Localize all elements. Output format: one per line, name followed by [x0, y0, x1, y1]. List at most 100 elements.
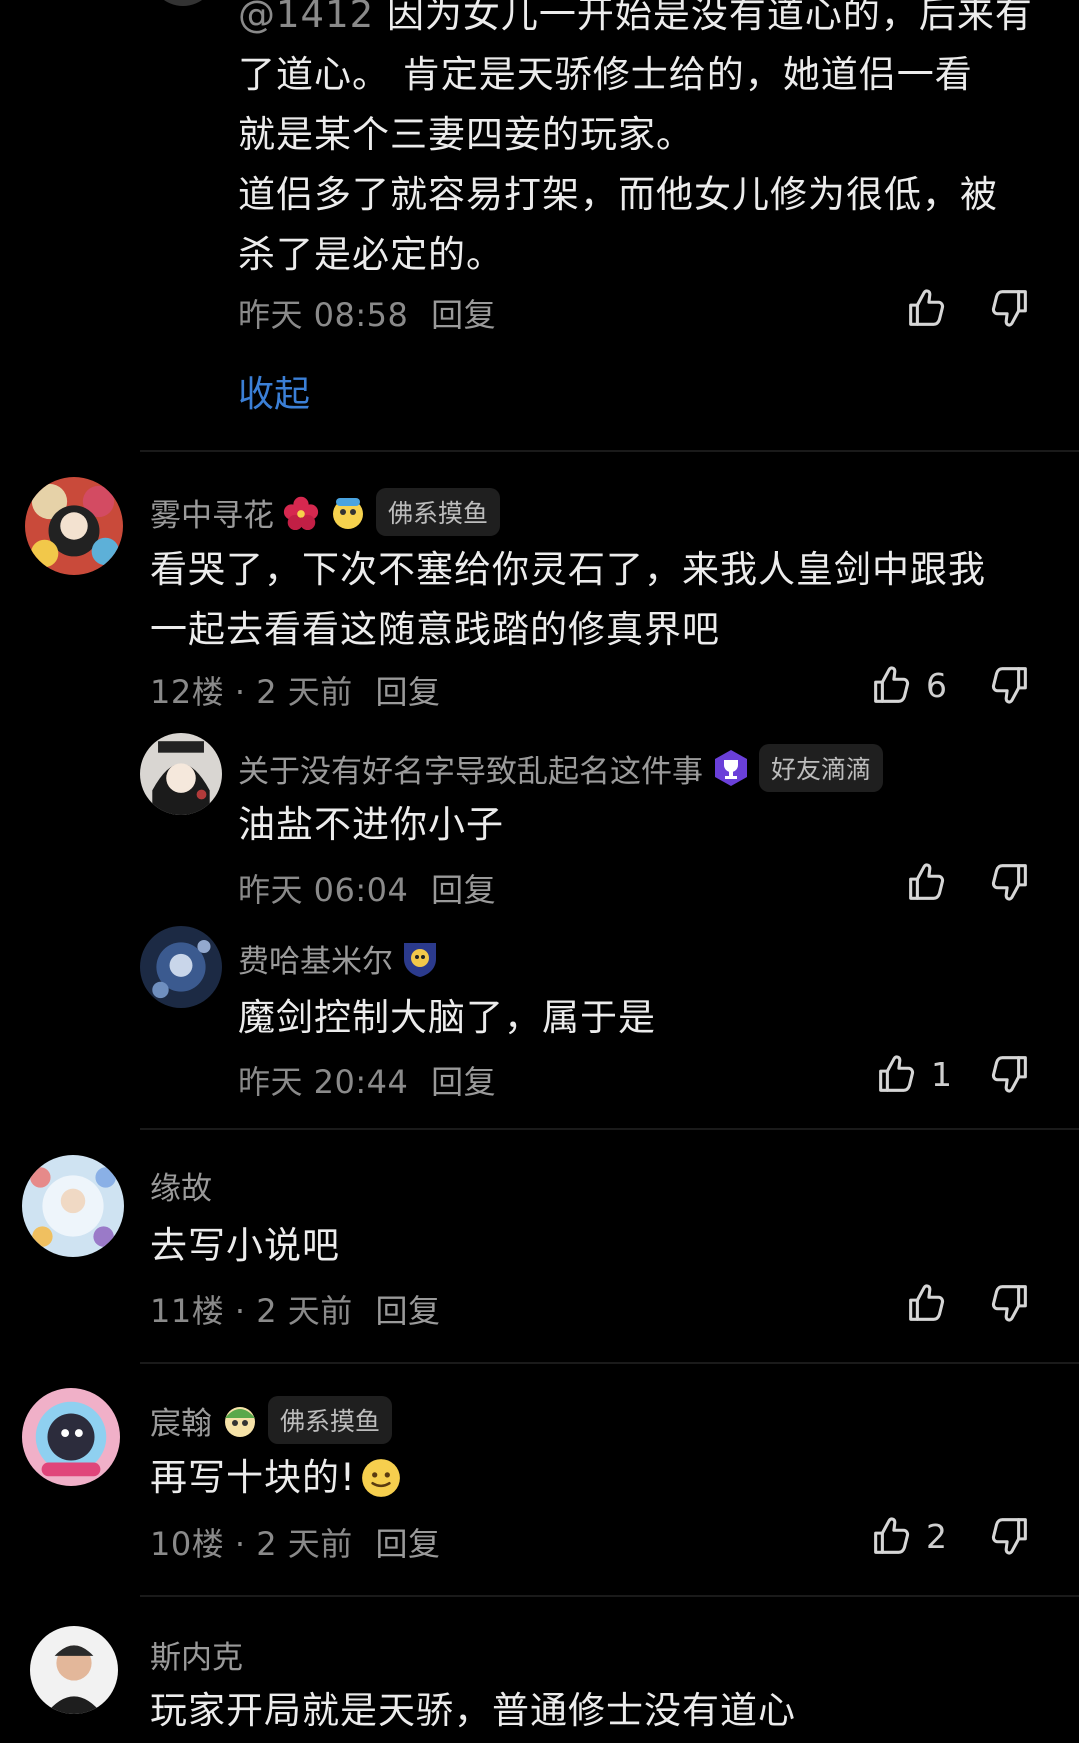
- comment-time: 2 天前: [256, 1292, 353, 1330]
- comment-line: 一起去看看这随意践踏的修真界吧: [150, 608, 720, 651]
- like-count: 1: [931, 1054, 952, 1094]
- reply-button[interactable]: 回复: [375, 673, 440, 711]
- fan-badge[interactable]: 好友滴滴: [759, 744, 884, 792]
- thumbs-down-icon: [987, 1513, 1033, 1559]
- dislike-button[interactable]: [987, 1051, 1033, 1097]
- shield-badge-icon: [404, 942, 436, 977]
- smiling-face-emoji-icon: [361, 1459, 400, 1497]
- comment-meta: 12楼 · 2 天前 回复: [150, 667, 440, 713]
- dislike-button[interactable]: [987, 285, 1033, 331]
- collapse-replies-button[interactable]: 收起: [238, 365, 310, 417]
- username[interactable]: 关于没有好名字导致乱起名这件事: [238, 746, 703, 791]
- character-sticker-icon: [225, 1407, 255, 1437]
- avatar[interactable]: [140, 926, 222, 1008]
- user-avatar-image: [22, 1155, 124, 1257]
- divider: [140, 450, 1079, 452]
- reply-text: @1412 因为女儿一开始是没有道心的，后来有 了道心。 肯定是天骄修士给的，她…: [238, 0, 1038, 285]
- comment-meta: 昨天 06:04 回复: [238, 865, 496, 911]
- thumbs-up-icon: [903, 1280, 949, 1326]
- hibiscus-emoji-icon: [283, 496, 319, 531]
- thumbs-down-icon: [987, 285, 1033, 331]
- comment-meta: 11楼 · 2 天前 回复: [150, 1286, 440, 1332]
- comment-time: 2 天前: [256, 673, 353, 711]
- floor-number: 11楼: [150, 1292, 225, 1330]
- reply-line: 道侣多了就容易打架，而他女儿修为很低，被: [238, 173, 998, 216]
- comment-text: 看哭了，下次不塞给你灵石了，来我人皇剑中跟我 一起去看看这随意践踏的修真界吧: [150, 540, 1030, 660]
- reply-button[interactable]: 回复: [431, 296, 496, 334]
- divider: [140, 1128, 1079, 1130]
- comment-time: 昨天 08:58: [238, 296, 409, 334]
- username[interactable]: 宸翰: [150, 1398, 212, 1443]
- like-button[interactable]: 1: [873, 1051, 952, 1097]
- username[interactable]: 费哈基米尔: [238, 936, 393, 981]
- comment-meta: 昨天 20:44 回复: [238, 1057, 496, 1103]
- reply-line: 了道心。 肯定是天骄修士给的，她道侣一看: [238, 53, 973, 96]
- comment-meta: 昨天 08:58 回复: [238, 290, 496, 336]
- meta-separator: ·: [234, 1525, 257, 1563]
- comment-header: 费哈基米尔: [238, 936, 439, 981]
- fan-badge[interactable]: 佛系摸鱼: [376, 488, 501, 536]
- comment-meta: 10楼 · 2 天前 回复: [150, 1519, 440, 1565]
- comment-line: 看哭了，下次不塞给你灵石了，来我人皇剑中跟我: [150, 548, 986, 591]
- thumbs-down-icon: [987, 1051, 1033, 1097]
- thumbs-up-icon: [868, 662, 914, 708]
- meta-separator: ·: [234, 1292, 257, 1330]
- user-avatar-image: [30, 1626, 118, 1714]
- reply-line: 就是某个三妻四妾的玩家。: [238, 113, 694, 156]
- avatar[interactable]: [22, 1388, 120, 1486]
- comment-header: 雾中寻花 佛系摸鱼: [150, 488, 501, 536]
- reply-button[interactable]: 回复: [431, 1063, 496, 1101]
- user-avatar-image: [22, 1388, 120, 1486]
- reply-line: 因为女儿一开始是没有道心的，后来有: [386, 0, 1033, 36]
- username[interactable]: 斯内克: [150, 1632, 243, 1677]
- character-sticker-icon: [333, 498, 363, 529]
- like-button[interactable]: 6: [868, 662, 947, 708]
- like-button[interactable]: 2: [868, 1513, 947, 1559]
- reply-button[interactable]: 回复: [375, 1525, 440, 1563]
- thumbs-up-icon: [903, 859, 949, 905]
- reply-button[interactable]: 回复: [375, 1292, 440, 1330]
- comment-text: 魔剑控制大脑了，属于是: [238, 996, 656, 1039]
- comment-header: 宸翰 佛系摸鱼: [150, 1396, 393, 1444]
- user-avatar-image: [140, 733, 222, 815]
- like-button[interactable]: [903, 859, 949, 905]
- dislike-button[interactable]: [987, 859, 1033, 905]
- avatar[interactable]: [140, 733, 222, 815]
- comment-text: 去写小说吧: [150, 1224, 340, 1267]
- dislike-button[interactable]: [987, 1513, 1033, 1559]
- floor-number: 12楼: [150, 673, 225, 711]
- like-button[interactable]: [903, 285, 949, 331]
- reply-line: 杀了是必定的。: [238, 233, 504, 276]
- thumbs-down-icon: [987, 859, 1033, 905]
- user-avatar-image: [25, 477, 123, 575]
- mention-link[interactable]: @1412: [238, 0, 374, 36]
- avatar[interactable]: [150, 0, 216, 6]
- comment-time: 昨天 20:44: [238, 1063, 409, 1101]
- like-count: 6: [926, 665, 947, 705]
- dislike-button[interactable]: [987, 1280, 1033, 1326]
- comment-header: 关于没有好名字导致乱起名这件事 好友滴滴: [238, 744, 884, 792]
- avatar[interactable]: [22, 1155, 124, 1257]
- divider: [140, 1362, 1079, 1364]
- username[interactable]: 缘故: [150, 1163, 212, 1208]
- fan-badge[interactable]: 佛系摸鱼: [268, 1396, 393, 1444]
- comment-text-content: 再写十块的!: [150, 1456, 356, 1499]
- like-count: 2: [926, 1516, 947, 1556]
- like-button[interactable]: [903, 1280, 949, 1326]
- comment-text: 玩家开局就是天骄，普通修士没有道心: [150, 1689, 796, 1732]
- divider: [140, 1595, 1079, 1597]
- user-avatar-image: [140, 926, 222, 1008]
- avatar[interactable]: [25, 477, 123, 575]
- comment-time: 2 天前: [256, 1525, 353, 1563]
- floor-number: 10楼: [150, 1525, 225, 1563]
- thumbs-up-icon: [873, 1051, 919, 1097]
- comment-text: 油盐不进你小子: [238, 803, 504, 846]
- reply-button[interactable]: 回复: [431, 871, 496, 909]
- username[interactable]: 雾中寻花: [150, 490, 274, 535]
- comment-time: 昨天 06:04: [238, 871, 409, 909]
- trophy-badge-icon: [715, 750, 747, 786]
- avatar[interactable]: [30, 1626, 118, 1714]
- dislike-button[interactable]: [987, 662, 1033, 708]
- meta-separator: ·: [234, 673, 257, 711]
- thumbs-up-icon: [903, 285, 949, 331]
